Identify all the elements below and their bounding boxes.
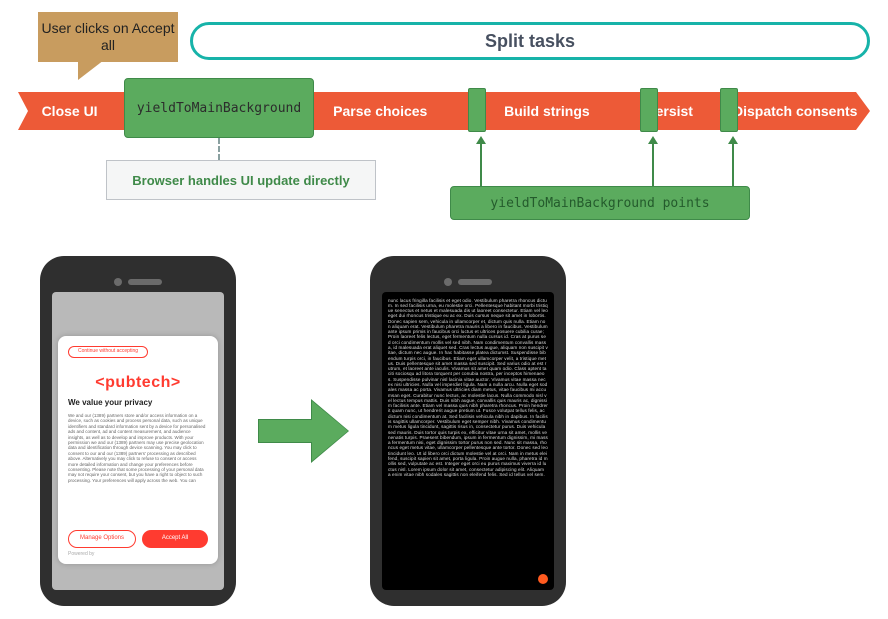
browser-handles-label: Browser handles UI update directly (132, 173, 349, 188)
fab-badge-icon[interactable] (538, 574, 548, 584)
yield-points-label-box: yieldToMainBackground points (450, 186, 750, 220)
phones-row: Continue without accepting <pubtech> We … (40, 252, 848, 609)
seg-gap-c (697, 92, 721, 130)
yield-point-arrow-a (476, 136, 486, 144)
continue-without-button[interactable]: Continue without accepting (68, 346, 148, 358)
connector-dashed (218, 138, 220, 160)
browser-handles-box: Browser handles UI update directly (106, 160, 376, 200)
phone2-notch (444, 278, 492, 286)
accept-all-button[interactable]: Accept All (142, 530, 208, 548)
pubtech-brand: <pubtech> (68, 374, 208, 392)
seg-parse-label: Parse choices (333, 103, 427, 119)
seg-close-ui: Close UI (18, 92, 121, 130)
camera-dot-icon (114, 278, 122, 286)
yield-to-main-block: yieldToMainBackground (124, 78, 314, 138)
split-tasks-label: Split tasks (485, 31, 575, 52)
speaker-bar-icon (128, 279, 162, 285)
arrow-right-icon (258, 401, 348, 461)
user-click-text: User clicks on Accept all (38, 20, 178, 54)
yield-point-marker-c (720, 88, 738, 132)
seg-parse: Parse choices (307, 92, 453, 130)
accept-all-label: Accept All (162, 535, 188, 542)
yield-point-stem-c (732, 144, 734, 186)
privacy-body: We and our (1389) partners store and/or … (68, 413, 208, 524)
seg-build-label: Build strings (504, 103, 590, 119)
yield-points-label: yieldToMainBackground points (490, 196, 709, 211)
consent-buttons: Manage Options Accept All (68, 530, 208, 548)
article-text: nunc lacus fringilla facilisis et eget o… (388, 298, 548, 478)
speaker-bar-icon (458, 279, 492, 285)
seg-close-ui-label: Close UI (42, 103, 98, 119)
phone-before: Continue without accepting <pubtech> We … (40, 256, 236, 606)
yield-point-marker-b (640, 88, 658, 132)
yield-to-main-label: yieldToMainBackground (137, 101, 301, 116)
yield-point-marker-a (468, 88, 486, 132)
seg-build: Build strings (475, 92, 619, 130)
consent-dialog: Continue without accepting <pubtech> We … (58, 336, 218, 564)
split-tasks-pill: Split tasks (190, 22, 870, 60)
seg-dispatch-label: Dispatch consents (733, 103, 857, 119)
privacy-heading: We value your privacy (68, 398, 208, 407)
seg-dispatch: Dispatch consents (720, 92, 870, 130)
manage-options-button[interactable]: Manage Options (68, 530, 136, 548)
camera-dot-icon (444, 278, 452, 286)
manage-options-label: Manage Options (80, 535, 124, 542)
powered-by: Powered by (68, 552, 208, 558)
yield-point-stem-b (652, 144, 654, 186)
yield-point-stem-a (480, 144, 482, 186)
continue-without-label: Continue without accepting (78, 349, 138, 355)
phone-after: nunc lacus fringilla facilisis et eget o… (370, 256, 566, 606)
phone1-screen: Continue without accepting <pubtech> We … (52, 292, 224, 590)
phone1-notch (114, 278, 162, 286)
yield-point-arrow-b (648, 136, 658, 144)
user-click-bubble: User clicks on Accept all (38, 12, 178, 62)
yield-point-arrow-c (728, 136, 738, 144)
phone2-screen: nunc lacus fringilla facilisis et eget o… (382, 292, 554, 590)
